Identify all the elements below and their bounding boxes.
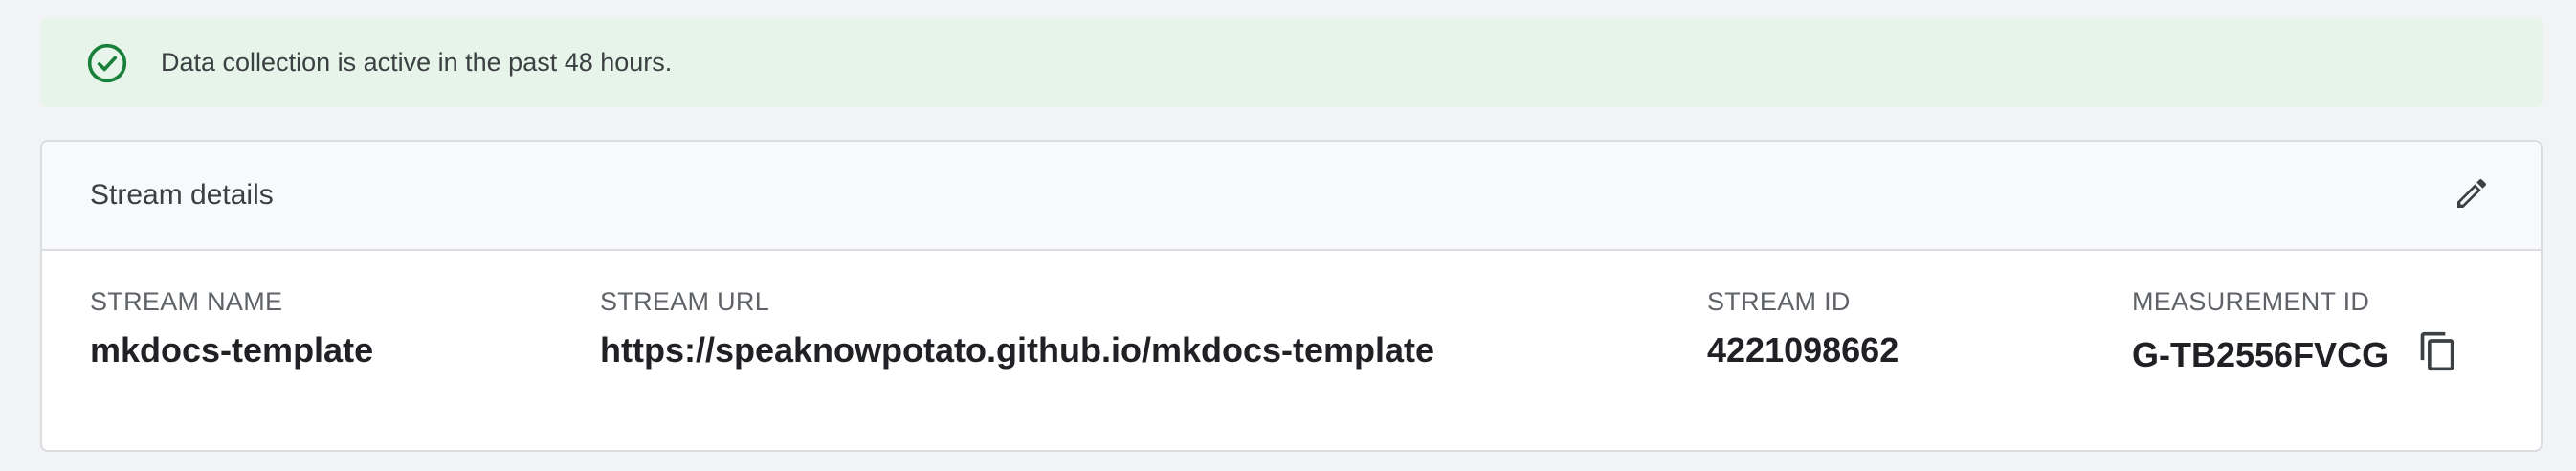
page: Data collection is active in the past 48…: [0, 0, 2576, 471]
stream-details-header: Stream details: [42, 142, 2541, 251]
stream-url-text: https://speaknowpotato.github.io/mkdocs-…: [600, 330, 1435, 370]
pencil-icon: [2453, 174, 2491, 217]
stream-fields: STREAM NAME mkdocs-template STREAM URL h…: [42, 251, 2541, 450]
copy-icon: [2417, 330, 2459, 381]
stream-id-field: STREAM ID 4221098662: [1707, 287, 1899, 370]
stream-name-value: mkdocs-template: [90, 330, 373, 370]
stream-url-label: STREAM URL: [600, 287, 770, 316]
stream-details-card: Stream details STREAM NAME mkdocs-templa…: [40, 140, 2543, 452]
stream-url-value: https://speaknowpotato.github.io/mkdocs-…: [600, 330, 1434, 370]
stream-id-text: 4221098662: [1707, 330, 1899, 370]
status-banner-text: Data collection is active in the past 48…: [161, 48, 673, 77]
stream-name-text: mkdocs-template: [90, 330, 374, 370]
stream-id-value: 4221098662: [1707, 330, 1899, 370]
measurement-id-label: MEASUREMENT ID: [2132, 287, 2370, 316]
stream-details-title: Stream details: [90, 179, 274, 211]
measurement-id-field: MEASUREMENT ID G-TB2556FVCG: [2132, 287, 2463, 380]
status-banner: Data collection is active in the past 48…: [40, 18, 2543, 107]
measurement-id-value: G-TB2556FVCG: [2132, 330, 2463, 380]
measurement-id-text: G-TB2556FVCG: [2132, 335, 2389, 374]
stream-id-label: STREAM ID: [1707, 287, 1851, 316]
copy-measurement-id-button[interactable]: [2413, 330, 2463, 380]
stream-name-field: STREAM NAME mkdocs-template: [90, 287, 373, 370]
stream-url-field: STREAM URL https://speaknowpotato.github…: [600, 287, 1434, 370]
check-circle-icon: [86, 42, 128, 84]
stream-name-label: STREAM NAME: [90, 287, 283, 316]
edit-button[interactable]: [2441, 165, 2502, 226]
